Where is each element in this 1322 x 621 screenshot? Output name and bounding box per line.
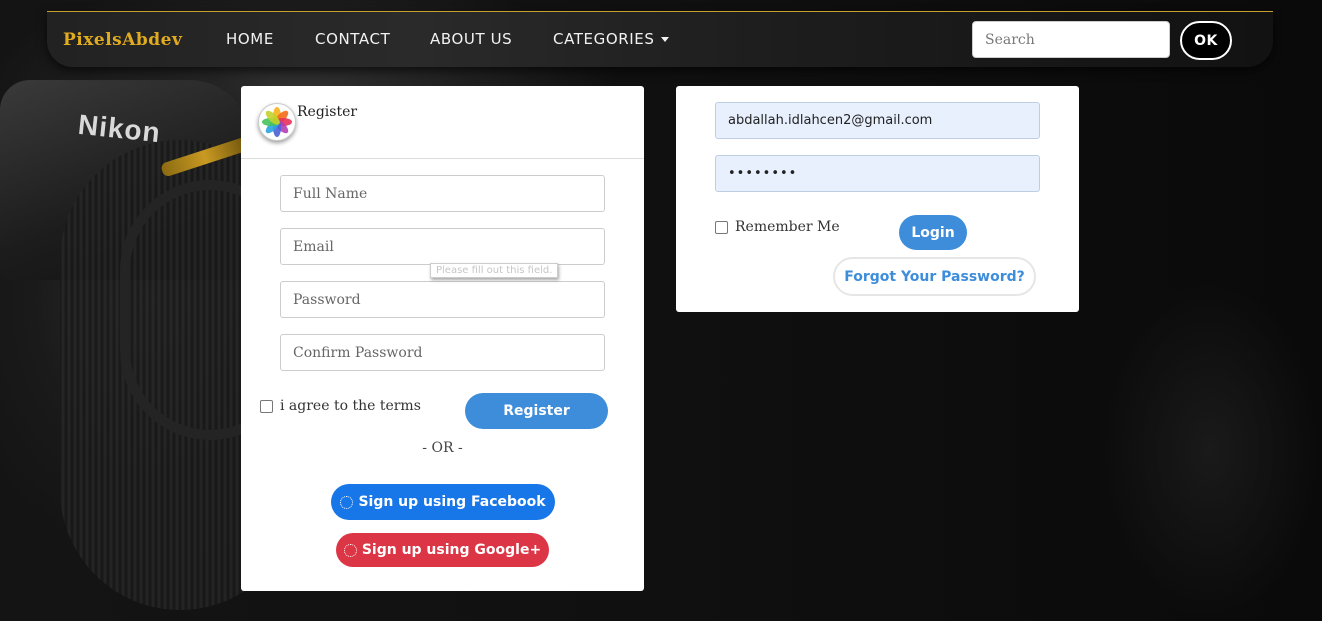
google-signup-label: Sign up using Google+ bbox=[361, 542, 542, 558]
caret-down-icon bbox=[660, 37, 669, 42]
password-field[interactable] bbox=[280, 281, 605, 318]
facebook-icon bbox=[340, 495, 354, 509]
login-password-field[interactable] bbox=[715, 155, 1040, 192]
full-name-field[interactable] bbox=[280, 175, 605, 212]
nav-item-categories[interactable]: CATEGORIES bbox=[553, 30, 669, 48]
nav-item-home[interactable]: HOME bbox=[226, 30, 274, 48]
terms-checkbox[interactable] bbox=[260, 400, 273, 413]
photos-app-icon bbox=[258, 103, 296, 141]
facebook-signup-label: Sign up using Facebook bbox=[358, 494, 546, 510]
validation-tooltip: Please fill out this field. bbox=[430, 263, 559, 278]
register-title: Register bbox=[297, 104, 358, 120]
google-signup-button[interactable]: Sign up using Google+ bbox=[336, 533, 549, 567]
terms-label: i agree to the terms bbox=[280, 398, 421, 414]
email-field[interactable] bbox=[280, 228, 605, 265]
navbar: PixelsAbdev HOME CONTACT ABOUT US CATEGO… bbox=[47, 11, 1273, 67]
facebook-signup-button[interactable]: Sign up using Facebook bbox=[331, 484, 555, 520]
register-card-header: Register bbox=[241, 86, 644, 159]
google-plus-icon bbox=[343, 543, 357, 557]
site-logo[interactable]: PixelsAbdev bbox=[63, 30, 182, 50]
login-button[interactable]: Login bbox=[899, 215, 967, 250]
forgot-password-button[interactable]: Forgot Your Password? bbox=[833, 257, 1036, 296]
login-email-field[interactable] bbox=[715, 102, 1040, 139]
nav-item-about-us[interactable]: ABOUT US bbox=[430, 30, 512, 48]
background-shadow bbox=[1100, 280, 1320, 620]
login-card: Remember Me Login Forgot Your Password? bbox=[676, 86, 1079, 312]
confirm-password-field[interactable] bbox=[280, 334, 605, 371]
register-card: Register Please fill out this field. i a… bbox=[241, 86, 644, 591]
search-input[interactable] bbox=[972, 21, 1170, 58]
search-ok-button[interactable]: OK bbox=[1180, 21, 1232, 60]
remember-me-label: Remember Me bbox=[735, 219, 840, 235]
remember-me-checkbox[interactable] bbox=[715, 221, 728, 234]
register-button[interactable]: Register bbox=[465, 393, 608, 429]
nav-item-categories-label: CATEGORIES bbox=[553, 30, 655, 48]
nav-item-contact[interactable]: CONTACT bbox=[315, 30, 390, 48]
or-divider: - OR - bbox=[422, 440, 463, 456]
